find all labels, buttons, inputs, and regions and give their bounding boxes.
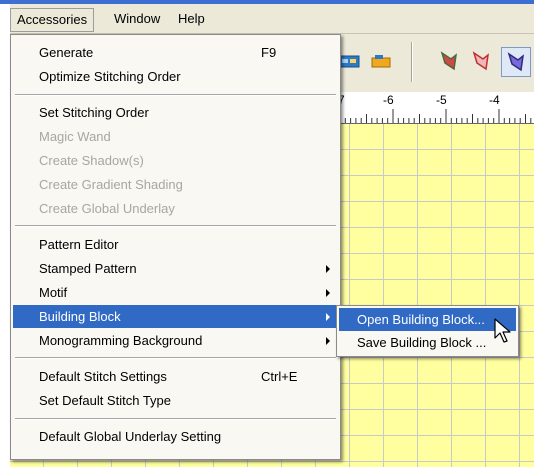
menu-window[interactable]: Window — [108, 8, 166, 32]
building-block-submenu: Open Building Block... Save Building Blo… — [336, 305, 519, 357]
menu-item-label: Magic Wand — [39, 129, 111, 144]
menu-item-shortcut: F9 — [261, 45, 277, 60]
submenu-arrow-icon — [326, 313, 330, 321]
menu-help[interactable]: Help — [172, 8, 211, 32]
menu-item-generate[interactable]: Generate F9 — [13, 41, 338, 64]
menu-item-magic-wand: Magic Wand — [13, 125, 338, 148]
menu-accessories[interactable]: Accessories — [10, 8, 95, 32]
mouse-pointer-icon — [494, 318, 514, 344]
menu-item-motif[interactable]: Motif — [13, 281, 338, 304]
stitch-shape-icon-3[interactable] — [501, 47, 531, 77]
stitch-shape-icon-2[interactable] — [469, 49, 493, 73]
ruler-label: -4 — [489, 93, 500, 107]
menu-item-create-global-underlay: Create Global Underlay — [13, 197, 338, 220]
submenu-arrow-icon — [326, 337, 330, 345]
menu-item-label: Motif — [39, 285, 68, 300]
menu-item-label: Default Global Underlay Setting — [39, 429, 222, 444]
menu-item-stamped-pattern[interactable]: Stamped Pattern — [13, 257, 338, 280]
menu-item-default-global-underlay-setting[interactable]: Default Global Underlay Setting — [13, 425, 338, 448]
menu-item-label: Set Stitching Order — [39, 105, 149, 120]
submenu-item-label: Open Building Block... — [357, 312, 485, 327]
menu-item-label: Generate — [39, 45, 94, 60]
toolbar-separator — [411, 42, 413, 82]
menu-item-set-stitching-order[interactable]: Set Stitching Order — [13, 101, 338, 124]
submenu-item-label: Save Building Block ... — [357, 335, 487, 350]
menu-separator — [15, 357, 336, 359]
menu-item-label: Pattern Editor — [39, 237, 119, 252]
menu-item-label: Default Stitch Settings — [39, 369, 167, 384]
submenu-arrow-icon — [326, 265, 330, 273]
menu-item-label: Create Shadow(s) — [39, 153, 144, 168]
stitch-shape-icon-1[interactable] — [437, 49, 461, 73]
menu-separator — [15, 225, 336, 227]
menu-bar: Accessories Window Help — [10, 4, 534, 34]
design-tool-icon-2[interactable] — [369, 49, 393, 73]
menu-item-label: Optimize Stitching Order — [39, 69, 181, 84]
ruler-label: -6 — [383, 93, 394, 107]
menu-item-label: Building Block — [39, 309, 121, 324]
menu-item-optimize-stitching-order[interactable]: Optimize Stitching Order — [13, 65, 338, 88]
menu-item-label: Stamped Pattern — [39, 261, 137, 276]
menu-item-building-block[interactable]: Building Block — [13, 305, 338, 328]
menu-separator — [15, 94, 336, 96]
menu-item-label: Create Global Underlay — [39, 201, 175, 216]
menu-separator — [15, 418, 336, 420]
menu-item-set-default-stitch-type[interactable]: Set Default Stitch Type — [13, 389, 338, 412]
submenu-item-save-building-block[interactable]: Save Building Block ... — [339, 331, 516, 354]
menu-item-label: Set Default Stitch Type — [39, 393, 171, 408]
accessories-menu: Generate F9 Optimize Stitching Order Set… — [10, 34, 341, 460]
menu-item-create-gradient-shading: Create Gradient Shading — [13, 173, 338, 196]
menu-item-label: Monogramming Background — [39, 333, 203, 348]
menu-item-create-shadows: Create Shadow(s) — [13, 149, 338, 172]
submenu-arrow-icon — [326, 289, 330, 297]
ruler-label: -5 — [436, 93, 447, 107]
menu-item-pattern-editor[interactable]: Pattern Editor — [13, 233, 338, 256]
menu-item-monogramming-background[interactable]: Monogramming Background — [13, 329, 338, 352]
menu-item-label: Create Gradient Shading — [39, 177, 183, 192]
menu-item-default-stitch-settings[interactable]: Default Stitch Settings Ctrl+E — [13, 365, 338, 388]
submenu-item-open-building-block[interactable]: Open Building Block... — [339, 308, 516, 331]
menu-item-shortcut: Ctrl+E — [261, 369, 298, 384]
